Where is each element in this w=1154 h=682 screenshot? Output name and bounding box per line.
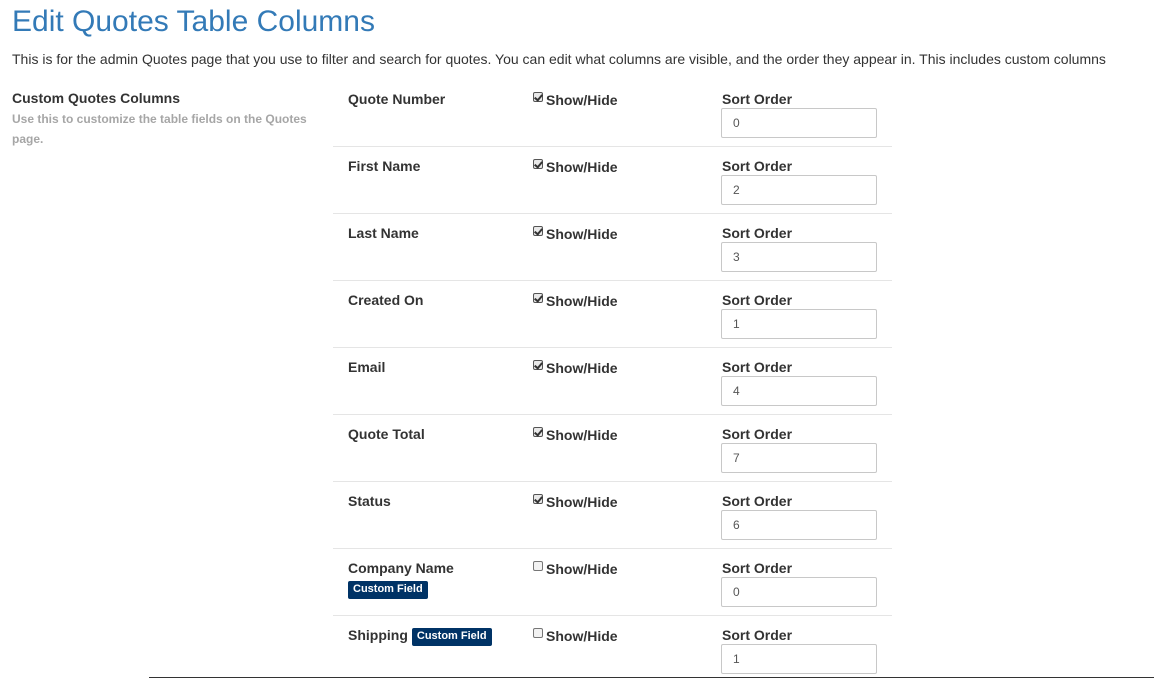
show-hide-checkbox[interactable]: [533, 494, 543, 504]
sort-order-input[interactable]: [721, 376, 877, 406]
sort-order-label: Sort Order: [722, 225, 793, 241]
show-hide-checkbox[interactable]: [533, 226, 543, 236]
column-name: Company Name: [348, 560, 454, 576]
show-hide-label: Show/Hide: [546, 494, 618, 510]
sort-order-input[interactable]: [721, 443, 877, 473]
column-name: Created On: [348, 292, 424, 308]
show-hide-checkbox[interactable]: [533, 561, 543, 571]
show-hide-label: Show/Hide: [546, 159, 618, 175]
column-row-email: Email Show/Hide Sort Order: [333, 348, 892, 415]
custom-field-badge: Custom Field: [348, 581, 428, 599]
show-hide-toggle[interactable]: Show/Hide: [533, 158, 618, 176]
column-name: Quote Number: [348, 91, 446, 107]
sort-order-input[interactable]: [721, 175, 877, 205]
show-hide-toggle[interactable]: Show/Hide: [533, 225, 618, 243]
column-name-wrap: Shipping Custom Field: [348, 626, 492, 647]
column-row-last-name: Last Name Show/Hide Sort Order: [333, 214, 892, 281]
sort-order-label: Sort Order: [722, 91, 793, 107]
sort-order-label: Sort Order: [722, 158, 793, 174]
show-hide-checkbox[interactable]: [533, 92, 543, 102]
column-name: Email: [348, 359, 386, 375]
sort-order-input[interactable]: [721, 644, 877, 674]
column-name: Last Name: [348, 225, 419, 241]
show-hide-label: Show/Hide: [546, 628, 618, 644]
sort-order-input[interactable]: [721, 309, 877, 339]
show-hide-label: Show/Hide: [546, 561, 618, 577]
sort-order-input[interactable]: [721, 108, 877, 138]
show-hide-toggle[interactable]: Show/Hide: [533, 560, 618, 578]
show-hide-checkbox[interactable]: [533, 427, 543, 437]
sort-order-label: Sort Order: [722, 493, 793, 509]
column-name: Status: [348, 493, 391, 509]
section-title: Custom Quotes Columns: [12, 90, 181, 106]
column-row-shipping: Shipping Custom Field Show/Hide Sort Orde…: [333, 616, 892, 682]
custom-field-badge: Custom Field: [411, 628, 492, 646]
show-hide-label: Show/Hide: [546, 427, 618, 443]
show-hide-checkbox[interactable]: [533, 159, 543, 169]
show-hide-toggle[interactable]: Show/Hide: [533, 292, 618, 310]
section-help-text: Use this to customize the table fields o…: [12, 112, 307, 146]
sort-order-label: Sort Order: [722, 359, 793, 375]
column-name: First Name: [348, 158, 421, 174]
show-hide-checkbox[interactable]: [533, 360, 543, 370]
column-row-created-on: Created On Show/Hide Sort Order: [333, 281, 892, 348]
show-hide-toggle[interactable]: Show/Hide: [533, 426, 618, 444]
show-hide-checkbox[interactable]: [533, 293, 543, 303]
column-row-status: Status Show/Hide Sort Order: [333, 482, 892, 549]
column-name: Shipping: [348, 627, 408, 643]
column-row-quote-number: Quote Number Show/Hide Sort Order: [333, 80, 892, 147]
sort-order-input[interactable]: [721, 510, 877, 540]
show-hide-label: Show/Hide: [546, 360, 618, 376]
sort-order-label: Sort Order: [722, 627, 793, 643]
show-hide-toggle[interactable]: Show/Hide: [533, 493, 618, 511]
show-hide-label: Show/Hide: [546, 92, 618, 108]
column-row-company-name: Company Name Custom Field Show/Hide Sort…: [333, 549, 892, 616]
columns-list: Quote Number Show/Hide Sort Order First …: [333, 80, 892, 682]
sort-order-label: Sort Order: [722, 560, 793, 576]
sort-order-input[interactable]: [721, 242, 877, 272]
show-hide-label: Show/Hide: [546, 226, 618, 242]
sort-order-input[interactable]: [721, 577, 877, 607]
sort-order-label: Sort Order: [722, 292, 793, 308]
column-row-quote-total: Quote Total Show/Hide Sort Order: [333, 415, 892, 482]
sort-order-label: Sort Order: [722, 426, 793, 442]
show-hide-toggle[interactable]: Show/Hide: [533, 359, 618, 377]
show-hide-checkbox[interactable]: [533, 628, 543, 638]
show-hide-label: Show/Hide: [546, 293, 618, 309]
show-hide-toggle[interactable]: Show/Hide: [533, 91, 618, 109]
column-name: Quote Total: [348, 426, 425, 442]
column-row-first-name: First Name Show/Hide Sort Order: [333, 147, 892, 214]
page-title: Edit Quotes Table Columns: [12, 5, 375, 38]
show-hide-toggle[interactable]: Show/Hide: [533, 627, 618, 645]
page-description: This is for the admin Quotes page that y…: [12, 51, 1106, 67]
